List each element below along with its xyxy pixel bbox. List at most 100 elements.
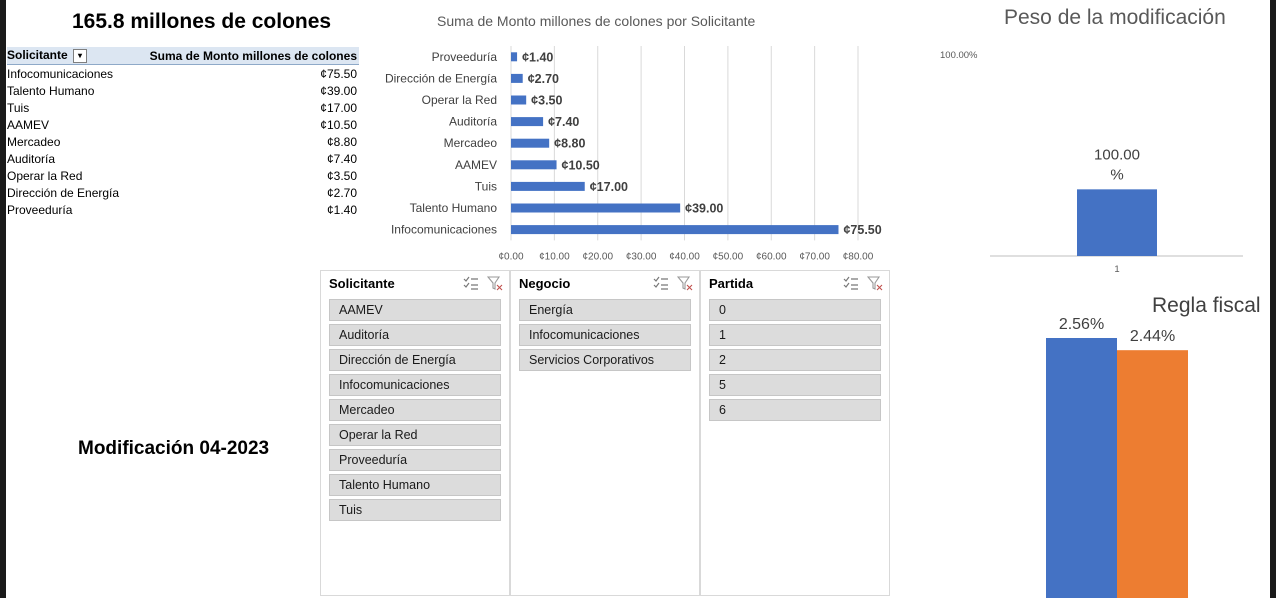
bar bbox=[1077, 189, 1157, 256]
slicer-partida-header: Partida bbox=[701, 271, 889, 295]
pivot-row-name: AAMEV bbox=[7, 117, 50, 132]
category-label: Tuis bbox=[475, 179, 497, 193]
pivot-header-solicitante: Solicitante bbox=[7, 48, 68, 63]
data-label: 100.00% bbox=[1094, 146, 1140, 183]
pivot-row: Tuis ¢17.00 bbox=[7, 99, 359, 116]
pivot-row-value: ¢3.50 bbox=[326, 168, 357, 183]
pivot-row-name: Operar la Red bbox=[7, 168, 83, 183]
slicer-item-solicitante[interactable]: Mercadeo bbox=[329, 399, 501, 421]
category-label: Mercadeo bbox=[444, 136, 498, 150]
solicitante-bar-chart: ¢0.00 ¢10.00 ¢20.00 ¢30.00 ¢40.00 ¢50.00 ¢60.0… bbox=[385, 46, 882, 262]
pivot-row-name: Tuis bbox=[7, 100, 30, 115]
slicer-partida-items: 0 1 2 5 6 bbox=[701, 299, 889, 421]
category-label: AAMEV bbox=[455, 158, 497, 172]
pivot-row: Auditoría ¢7.40 bbox=[7, 150, 359, 167]
category-label: Auditoría bbox=[449, 115, 497, 129]
slicer-negocio: Negocio Energía Infocomunicaciones Servici… bbox=[510, 270, 700, 596]
slicer-item-partida[interactable]: 5 bbox=[709, 374, 881, 396]
pivot-row-value: ¢10.50 bbox=[320, 117, 357, 132]
multi-select-icon[interactable] bbox=[843, 275, 859, 291]
data-label: ¢75.50 bbox=[843, 223, 881, 237]
slicer-item-partida[interactable]: 6 bbox=[709, 399, 881, 421]
window-left-border bbox=[0, 0, 6, 598]
category-label: Operar la Red bbox=[422, 93, 497, 107]
slicer-item-negocio[interactable]: Infocomunicaciones bbox=[519, 324, 691, 346]
x-tick-label: ¢30.00 bbox=[626, 251, 657, 262]
bar bbox=[511, 160, 557, 170]
x-tick-label: ¢50.00 bbox=[713, 251, 744, 262]
bar bbox=[511, 181, 585, 191]
x-tick-label: ¢80.00 bbox=[843, 251, 874, 262]
bar bbox=[511, 52, 518, 62]
pivot-row-value: ¢17.00 bbox=[320, 100, 357, 115]
pivot-row-name: Dirección de Energía bbox=[7, 185, 120, 200]
clear-filter-icon[interactable] bbox=[677, 275, 693, 291]
x-tick-label: ¢10.00 bbox=[539, 251, 570, 262]
pivot-row-name: Proveeduría bbox=[7, 202, 73, 217]
pivot-row: Proveeduría ¢1.40 bbox=[7, 201, 359, 218]
y-tick-label: 100.00% bbox=[940, 50, 978, 61]
pivot-row-name: Auditoría bbox=[7, 151, 56, 166]
slicer-item-solicitante[interactable]: Talento Humano bbox=[329, 474, 501, 496]
pivot-row-value: ¢1.40 bbox=[326, 202, 357, 217]
slicer-item-partida[interactable]: 0 bbox=[709, 299, 881, 321]
data-label: ¢10.50 bbox=[562, 158, 600, 172]
pivot-row: Operar la Red ¢3.50 bbox=[7, 167, 359, 184]
bar bbox=[511, 225, 839, 235]
multi-select-icon[interactable] bbox=[653, 275, 669, 291]
clear-filter-icon[interactable] bbox=[867, 275, 883, 291]
regla-fiscal-chart: 2.56% 2.44% bbox=[1046, 316, 1188, 598]
bar bbox=[511, 95, 527, 105]
slicer-solicitante-items: AAMEV Auditoría Dirección de Energía Infoco… bbox=[321, 299, 509, 521]
slicer-item-negocio[interactable]: Energía bbox=[519, 299, 691, 321]
slicer-item-solicitante[interactable]: Proveeduría bbox=[329, 449, 501, 471]
pivot-row-value: ¢2.70 bbox=[326, 185, 357, 200]
pivot-table: Solicitante ▾ Suma de Monto millones de … bbox=[7, 47, 359, 218]
pivot-row: Talento Humano ¢39.00 bbox=[7, 82, 359, 99]
bar bbox=[511, 73, 523, 83]
x-tick-label: ¢40.00 bbox=[669, 251, 700, 262]
slicer-item-solicitante[interactable]: Infocomunicaciones bbox=[329, 374, 501, 396]
pivot-row-value: ¢39.00 bbox=[320, 83, 357, 98]
data-label: ¢17.00 bbox=[590, 180, 628, 194]
slicer-item-partida[interactable]: 2 bbox=[709, 349, 881, 371]
slicer-solicitante: Solicitante AAMEV Auditoría Dirección de E… bbox=[320, 270, 510, 596]
sort-filter-dropdown-icon[interactable]: ▾ bbox=[73, 48, 88, 63]
category-label: 1 bbox=[1114, 264, 1119, 275]
bar bbox=[511, 117, 544, 127]
pivot-row-name: Infocomunicaciones bbox=[7, 66, 114, 81]
total-title: 165.8 millones de colones bbox=[72, 10, 332, 33]
slicer-item-solicitante[interactable]: Dirección de Energía bbox=[329, 349, 501, 371]
data-label: ¢7.40 bbox=[548, 115, 579, 129]
x-tick-label: ¢0.00 bbox=[498, 251, 523, 262]
x-tick-label: ¢20.00 bbox=[582, 251, 613, 262]
pivot-row-value: ¢7.40 bbox=[326, 151, 357, 166]
slicer-item-negocio[interactable]: Servicios Corporativos bbox=[519, 349, 691, 371]
window-right-border bbox=[1270, 0, 1276, 598]
x-tick-label: ¢70.00 bbox=[799, 251, 830, 262]
pivot-row-value: ¢8.80 bbox=[326, 134, 357, 149]
bar bbox=[1117, 350, 1188, 598]
bar bbox=[511, 138, 550, 148]
slicer-item-partida[interactable]: 1 bbox=[709, 324, 881, 346]
category-label: Dirección de Energía bbox=[385, 71, 497, 85]
slicer-item-solicitante[interactable]: Operar la Red bbox=[329, 424, 501, 446]
slicer-item-solicitante[interactable]: AAMEV bbox=[329, 299, 501, 321]
clear-filter-icon[interactable] bbox=[487, 275, 503, 291]
bar-chart-title: Suma de Monto millones de colones por So… bbox=[437, 13, 756, 29]
data-label: 2.44% bbox=[1130, 328, 1175, 345]
peso-chart: 100.00% 100.00 % 1 bbox=[940, 50, 1243, 275]
category-label: Proveeduría bbox=[432, 50, 498, 64]
multi-select-icon[interactable] bbox=[463, 275, 479, 291]
pivot-row-value: ¢75.50 bbox=[320, 66, 357, 81]
category-label: Infocomunicaciones bbox=[391, 223, 497, 237]
bar bbox=[1046, 338, 1117, 598]
slicer-item-solicitante[interactable]: Auditoría bbox=[329, 324, 501, 346]
x-tick-label: ¢60.00 bbox=[756, 251, 787, 262]
slicer-item-solicitante[interactable]: Tuis bbox=[329, 499, 501, 521]
category-label: Talento Humano bbox=[410, 201, 498, 215]
data-label: ¢8.80 bbox=[554, 137, 585, 151]
peso-chart-title: Peso de la modificación bbox=[1004, 6, 1226, 29]
pivot-row: AAMEV ¢10.50 bbox=[7, 116, 359, 133]
pivot-row: Mercadeo ¢8.80 bbox=[7, 133, 359, 150]
